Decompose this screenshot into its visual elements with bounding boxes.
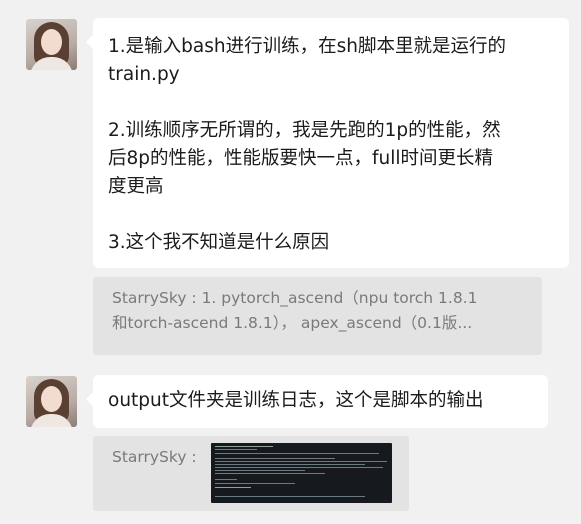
message-bubble[interactable]: output文件夹是训练日志，这个是脚本的输出 xyxy=(86,375,548,428)
avatar-face xyxy=(41,29,62,55)
terminal-screenshot-thumbnail[interactable] xyxy=(211,443,392,503)
avatar[interactable] xyxy=(26,376,77,427)
message-line: 后8p的性能，性能版要快一点，full时间更长精 xyxy=(108,148,494,169)
message-bubble[interactable]: 1.是输入bash进行训练，在sh脚本里就是运行的 train.py 2.训练顺… xyxy=(86,18,569,268)
quoted-image-message[interactable]: StarrySky : xyxy=(93,436,409,511)
message-line: 1.是输入bash进行训练，在sh脚本里就是运行的 xyxy=(108,36,506,57)
avatar[interactable] xyxy=(26,19,77,70)
quoted-message[interactable]: StarrySky : 1. pytorch_ascend（npu torch … xyxy=(93,277,542,355)
quote-line: 和torch-ascend 1.8.1）， apex_ascend（0.1版..… xyxy=(112,314,473,332)
message-line: train.py xyxy=(108,64,180,85)
quote-prefix: StarrySky : xyxy=(112,448,197,466)
message-line: 3.这个我不知道是什么原因 xyxy=(108,232,330,253)
quote-line: StarrySky : 1. pytorch_ascend（npu torch … xyxy=(112,289,478,307)
message-line: 度更高 xyxy=(108,176,164,197)
message-line: 2.训练顺序无所谓的，我是先跑的1p的性能，然 xyxy=(108,120,501,141)
message-line: output文件夹是训练日志，这个是脚本的输出 xyxy=(108,390,484,411)
avatar-face xyxy=(41,386,62,412)
